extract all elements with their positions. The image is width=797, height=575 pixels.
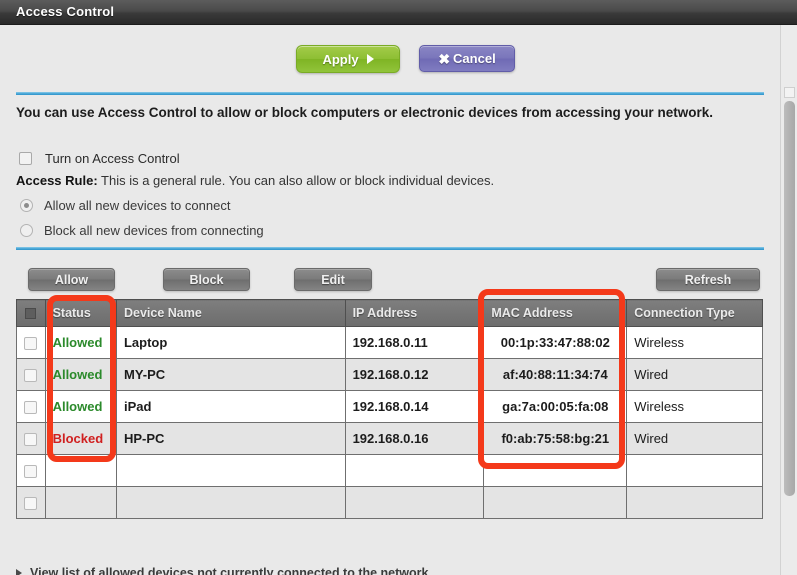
- column-header-status[interactable]: Status: [44, 299, 117, 327]
- device-table: Status Device Name IP Address MAC Addres…: [16, 299, 763, 519]
- cell-connection-type: Wired: [626, 358, 763, 391]
- cell-mac-address: [483, 454, 628, 487]
- table-row[interactable]: Blocked HP-PC 192.168.0.16 f0:ab:75:58:b…: [16, 422, 763, 455]
- radio-allow-all-new-devices[interactable]: [20, 199, 33, 212]
- form-action-toolbar: Apply ✖ Cancel: [0, 45, 779, 79]
- block-button[interactable]: Block: [163, 268, 250, 291]
- close-x-icon: ✖: [438, 50, 451, 67]
- cell-status: [44, 454, 117, 487]
- window-titlebar: Access Control: [0, 0, 797, 25]
- cell-ip-address: 192.168.0.12: [344, 358, 485, 391]
- turn-on-access-control-row[interactable]: Turn on Access Control: [19, 151, 180, 166]
- access-control-window: Access Control Apply ✖ Cancel You can us…: [0, 0, 797, 575]
- cell-device-name: HP-PC: [115, 422, 346, 455]
- cell-mac-address: 00:1p:33:47:88:02: [483, 326, 628, 359]
- row-select-cell[interactable]: [16, 422, 46, 455]
- cell-status: Allowed: [44, 390, 117, 423]
- table-row[interactable]: Allowed MY-PC 192.168.0.12 af:40:88:11:3…: [16, 358, 763, 391]
- play-triangle-icon: [366, 54, 374, 64]
- refresh-button[interactable]: Refresh: [656, 268, 760, 291]
- cell-mac-address: ga:7a:00:05:fa:08: [483, 390, 628, 423]
- row-select-cell[interactable]: [16, 390, 46, 423]
- cell-ip-address: [344, 454, 485, 487]
- radio-block-all-new-devices-row[interactable]: Block all new devices from connecting: [20, 223, 264, 238]
- cell-status: Blocked: [44, 422, 117, 455]
- cell-device-name: Laptop: [115, 326, 346, 359]
- select-all-checkbox[interactable]: [25, 308, 37, 320]
- row-checkbox[interactable]: [24, 401, 38, 415]
- view-allowed-devices-link[interactable]: View list of allowed devices not current…: [16, 566, 428, 575]
- page-content: Apply ✖ Cancel You can use Access Contro…: [0, 25, 779, 575]
- apply-button-label: Apply: [322, 51, 359, 67]
- divider-top: [16, 92, 764, 95]
- cell-device-name: [115, 486, 346, 519]
- cell-ip-address: 192.168.0.14: [344, 390, 485, 423]
- cell-device-name: [115, 454, 346, 487]
- row-select-cell[interactable]: [16, 358, 46, 391]
- cell-mac-address: f0:ab:75:58:bg:21: [483, 422, 628, 455]
- cell-status: Allowed: [44, 326, 117, 359]
- divider-middle: [16, 247, 764, 250]
- row-checkbox[interactable]: [24, 369, 38, 383]
- cell-status: [44, 486, 117, 519]
- cell-status: Allowed: [44, 358, 117, 391]
- cancel-button[interactable]: ✖ Cancel: [419, 45, 515, 72]
- vertical-scrollbar[interactable]: [780, 25, 797, 575]
- row-select-cell[interactable]: [16, 486, 46, 519]
- scrollbar-up-button[interactable]: [784, 87, 795, 98]
- column-header-connection-type[interactable]: Connection Type: [626, 299, 763, 327]
- row-checkbox[interactable]: [24, 465, 38, 479]
- edit-button[interactable]: Edit: [294, 268, 372, 291]
- table-row[interactable]: Allowed iPad 192.168.0.14 ga:7a:00:05:fa…: [16, 390, 763, 423]
- access-rule-description: This is a general rule. You can also all…: [97, 173, 495, 188]
- select-all-header[interactable]: [16, 299, 46, 327]
- device-table-wrapper: Status Device Name IP Address MAC Addres…: [16, 299, 763, 519]
- cell-connection-type: Wireless: [626, 390, 763, 423]
- table-header-row: Status Device Name IP Address MAC Addres…: [16, 299, 763, 327]
- table-row[interactable]: [16, 454, 763, 487]
- cell-ip-address: 192.168.0.11: [344, 326, 485, 359]
- row-select-cell[interactable]: [16, 326, 46, 359]
- radio-allow-all-new-devices-row[interactable]: Allow all new devices to connect: [20, 198, 230, 213]
- row-checkbox[interactable]: [24, 337, 38, 351]
- cell-mac-address: af:40:88:11:34:74: [483, 358, 628, 391]
- turn-on-access-control-checkbox[interactable]: [19, 152, 32, 165]
- table-row[interactable]: [16, 486, 763, 519]
- description-paragraph: You can use Access Control to allow or b…: [16, 105, 713, 120]
- cell-ip-address: [344, 486, 485, 519]
- table-action-toolbar: Allow Block Edit Refresh: [0, 268, 779, 296]
- cancel-button-label: Cancel: [453, 51, 496, 66]
- column-header-device-name[interactable]: Device Name: [115, 299, 346, 327]
- cell-connection-type: Wired: [626, 422, 763, 455]
- expand-triangle-icon: [16, 569, 22, 575]
- turn-on-access-control-label: Turn on Access Control: [45, 151, 180, 166]
- cell-ip-address: 192.168.0.16: [344, 422, 485, 455]
- device-table-body: Allowed Laptop 192.168.0.11 00:1p:33:47:…: [16, 326, 763, 519]
- cell-device-name: MY-PC: [115, 358, 346, 391]
- access-rule-label: Access Rule:: [16, 173, 98, 188]
- device-table-header: Status Device Name IP Address MAC Addres…: [16, 299, 763, 327]
- cell-connection-type: Wireless: [626, 326, 763, 359]
- cell-mac-address: [483, 486, 628, 519]
- scrollbar-thumb[interactable]: [784, 101, 795, 496]
- cell-connection-type: [626, 486, 763, 519]
- cell-connection-type: [626, 454, 763, 487]
- apply-button[interactable]: Apply: [296, 45, 400, 73]
- column-header-ip-address[interactable]: IP Address: [344, 299, 485, 327]
- window-title: Access Control: [16, 4, 115, 19]
- view-allowed-devices-label: View list of allowed devices not current…: [30, 566, 429, 575]
- column-header-mac-address[interactable]: MAC Address: [483, 299, 628, 327]
- radio-block-all-new-devices-label: Block all new devices from connecting: [44, 223, 264, 238]
- allow-button[interactable]: Allow: [28, 268, 115, 291]
- cell-device-name: iPad: [115, 390, 346, 423]
- row-select-cell[interactable]: [16, 454, 46, 487]
- row-checkbox[interactable]: [24, 497, 38, 511]
- row-checkbox[interactable]: [24, 433, 38, 447]
- table-row[interactable]: Allowed Laptop 192.168.0.11 00:1p:33:47:…: [16, 326, 763, 359]
- radio-block-all-new-devices[interactable]: [20, 224, 33, 237]
- access-rule-text: Access Rule: This is a general rule. You…: [16, 173, 494, 188]
- radio-allow-all-new-devices-label: Allow all new devices to connect: [44, 198, 231, 213]
